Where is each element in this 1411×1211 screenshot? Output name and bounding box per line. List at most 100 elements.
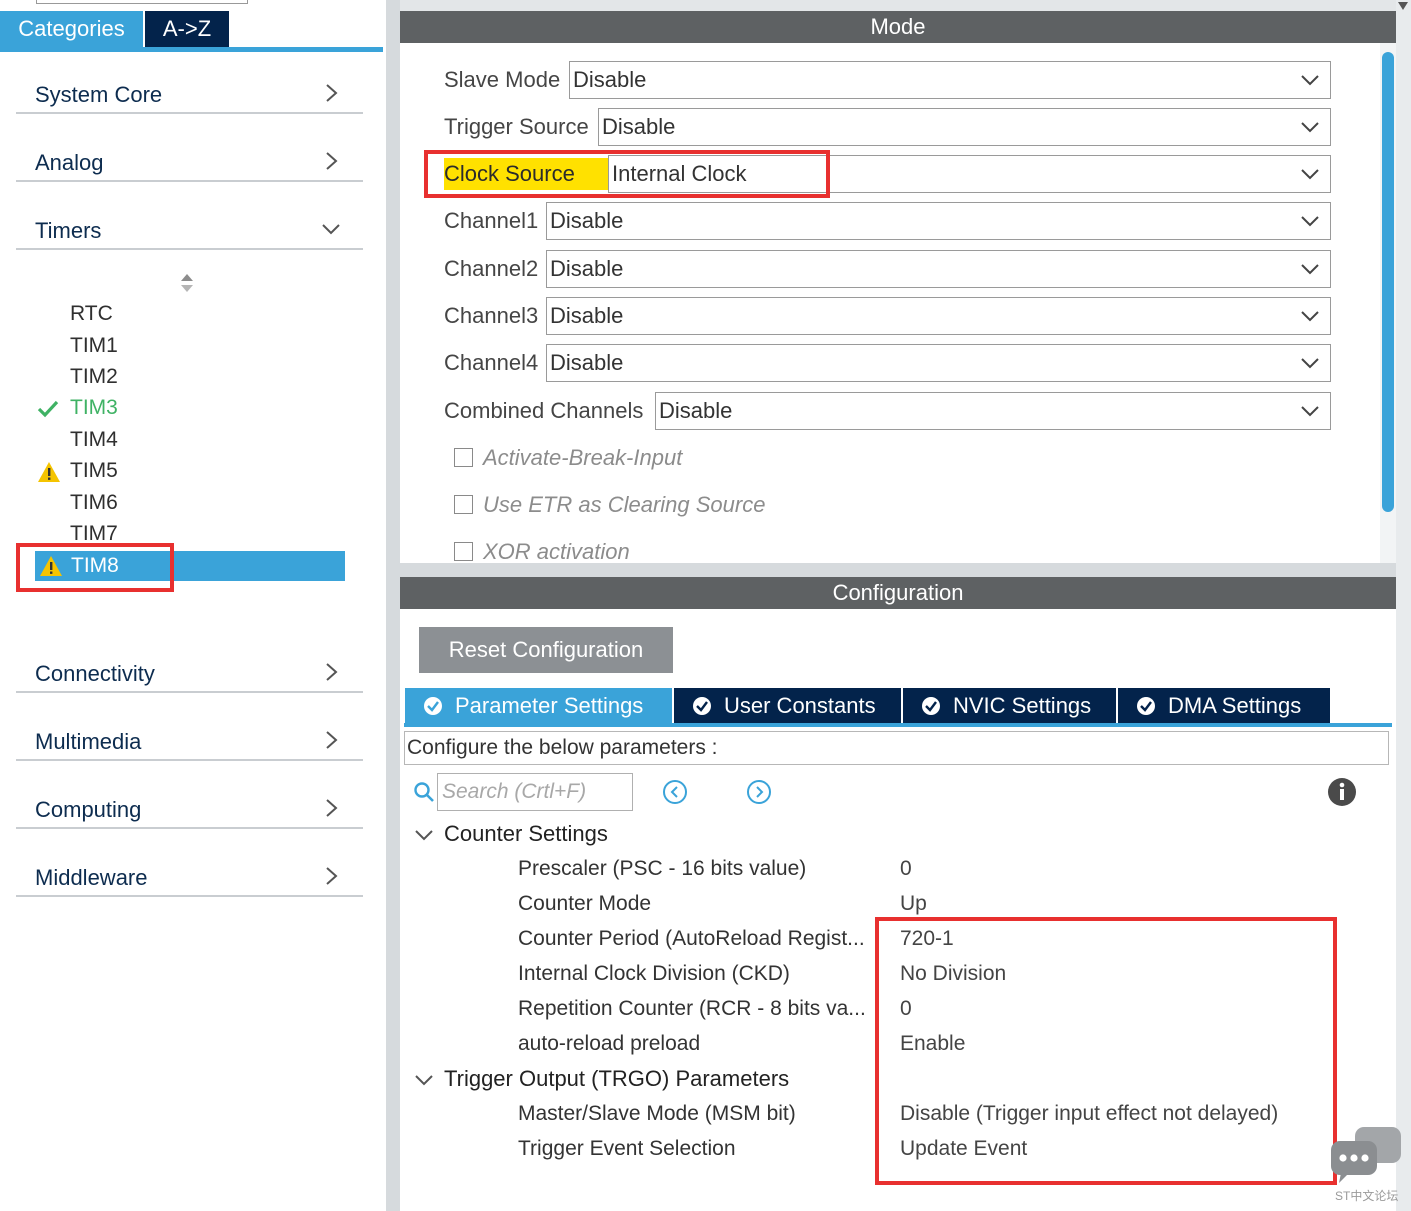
param-name-auto-reload-preload: auto-reload preload <box>518 1032 701 1055</box>
category-label: Multimedia <box>35 729 142 754</box>
chevron-down-icon <box>1301 311 1319 322</box>
channel4-select[interactable]: Disable <box>546 344 1331 382</box>
group-counter-settings[interactable]: Counter Settings <box>444 819 608 849</box>
previous-circle-icon[interactable] <box>662 779 688 805</box>
select-value: Disable <box>573 67 647 92</box>
chevron-down-icon <box>1301 122 1319 133</box>
category-label: Middleware <box>35 865 148 890</box>
check-circle-icon <box>1137 697 1155 715</box>
chevron-down-icon <box>1301 169 1319 180</box>
group-trgo-parameters[interactable]: Trigger Output (TRGO) Parameters <box>444 1064 789 1094</box>
select-value: Disable <box>550 208 624 233</box>
search-input[interactable] <box>437 773 633 811</box>
configure-description: Configure the below parameters : <box>404 731 1389 765</box>
outer-scrollbar[interactable] <box>1396 0 1411 1211</box>
tab-dma-settings[interactable]: DMA Settings <box>1118 688 1330 723</box>
tab-nvic-settings[interactable]: NVIC Settings <box>903 688 1116 723</box>
search-box-edge[interactable] <box>36 0 248 4</box>
watermark-text: ST中文论坛 <box>1335 1189 1399 1203</box>
select-value: Disable <box>550 303 624 328</box>
configuration-header: Configuration <box>400 577 1396 609</box>
category-label: System Core <box>35 82 163 107</box>
category-connectivity[interactable]: Connectivity <box>16 653 363 693</box>
trigger-source-select[interactable]: Disable <box>598 108 1331 146</box>
mode-header: Mode <box>400 11 1396 43</box>
chevron-right-icon <box>326 731 338 749</box>
warning-icon <box>38 462 60 482</box>
tab-parameter-settings[interactable]: Parameter Settings <box>405 688 672 723</box>
category-middleware[interactable]: Middleware <box>16 857 363 897</box>
tabs-underline <box>0 47 383 52</box>
trigger-source-label: Trigger Source <box>444 114 589 139</box>
category-system-core[interactable]: System Core <box>16 74 363 114</box>
param-name-counter-period: Counter Period (AutoReload Regist... <box>518 927 865 950</box>
slave-mode-label: Slave Mode <box>444 67 561 92</box>
info-icon[interactable] <box>1327 777 1357 807</box>
next-circle-icon[interactable] <box>746 779 772 805</box>
slave-mode-select[interactable]: Disable <box>569 61 1331 99</box>
tab-label: User Constants <box>724 693 876 718</box>
panel-splitter-horizontal[interactable] <box>400 563 1411 577</box>
tab-label: NVIC Settings <box>953 693 1092 718</box>
param-value-counter-mode[interactable]: Up <box>900 889 927 919</box>
channel2-select[interactable]: Disable <box>546 250 1331 288</box>
break-input-label: Activate-Break-Input <box>483 445 683 470</box>
category-computing[interactable]: Computing <box>16 789 363 829</box>
chevron-right-icon <box>326 799 338 817</box>
sort-icon[interactable] <box>178 272 196 294</box>
combined-channels-select[interactable]: Disable <box>655 392 1331 430</box>
check-circle-icon <box>922 697 940 715</box>
scroll-up-arrow-icon[interactable] <box>1398 2 1408 12</box>
category-analog[interactable]: Analog <box>16 142 363 182</box>
chevron-down-icon <box>1301 264 1319 275</box>
highlight-box-parameters <box>875 917 1337 1185</box>
chevron-down-icon <box>1301 75 1319 86</box>
param-name-repetition-counter: Repetition Counter (RCR - 8 bits va... <box>518 997 866 1020</box>
channel1-select[interactable]: Disable <box>546 202 1331 240</box>
channel4-label: Channel4 <box>444 350 539 375</box>
mode-top-strip <box>400 0 1396 11</box>
param-name-counter-mode: Counter Mode <box>518 892 652 915</box>
reset-configuration-button[interactable]: Reset Configuration <box>419 627 673 673</box>
tab-user-constants[interactable]: User Constants <box>674 688 901 723</box>
category-multimedia[interactable]: Multimedia <box>16 721 363 761</box>
panel-splitter[interactable] <box>386 0 400 1211</box>
chevron-right-icon <box>326 84 338 102</box>
mode-scrollbar-thumb[interactable] <box>1382 52 1394 512</box>
category-label: Connectivity <box>35 661 155 686</box>
check-circle-icon <box>693 697 711 715</box>
tab-label: DMA Settings <box>1168 693 1302 718</box>
forum-chat-logo-icon <box>1331 1127 1401 1183</box>
chevron-right-icon <box>326 867 338 885</box>
etr-clearing-checkbox[interactable] <box>454 495 473 514</box>
param-name-master-slave-mode: Master/Slave Mode (MSM bit) <box>518 1102 796 1125</box>
category-timers[interactable]: Timers <box>16 210 363 250</box>
select-value: Disable <box>602 114 676 139</box>
chevron-right-icon <box>326 663 338 681</box>
chevron-down-icon[interactable] <box>414 1072 434 1088</box>
chevron-down-icon <box>322 224 340 235</box>
search-icon <box>414 782 434 802</box>
xor-checkbox[interactable] <box>454 542 473 561</box>
highlight-box-clock-source <box>424 150 830 198</box>
config-tabs-underline <box>404 723 1392 727</box>
timer-item-tim6[interactable]: TIM6 <box>70 488 118 518</box>
break-input-checkbox[interactable] <box>454 448 473 467</box>
channel1-label: Channel1 <box>444 208 539 233</box>
timer-item-rtc[interactable]: RTC <box>70 299 113 329</box>
timer-item-tim2[interactable]: TIM2 <box>70 362 118 392</box>
timer-item-tim5[interactable]: TIM5 <box>70 456 118 486</box>
chevron-down-icon[interactable] <box>414 827 434 843</box>
param-value-prescaler[interactable]: 0 <box>900 854 912 884</box>
timer-item-tim1[interactable]: TIM1 <box>70 331 118 361</box>
etr-clearing-label: Use ETR as Clearing Source <box>483 492 766 517</box>
tab-a-z[interactable]: A->Z <box>145 11 229 47</box>
check-circle-icon <box>424 697 442 715</box>
tab-categories[interactable]: Categories <box>0 11 143 47</box>
timer-item-tim4[interactable]: TIM4 <box>70 425 118 455</box>
channel2-label: Channel2 <box>444 256 539 281</box>
channel3-select[interactable]: Disable <box>546 297 1331 335</box>
timer-item-tim3[interactable]: TIM3 <box>70 393 118 423</box>
param-name-trigger-event: Trigger Event Selection <box>518 1137 736 1160</box>
chevron-down-icon <box>1301 406 1319 417</box>
